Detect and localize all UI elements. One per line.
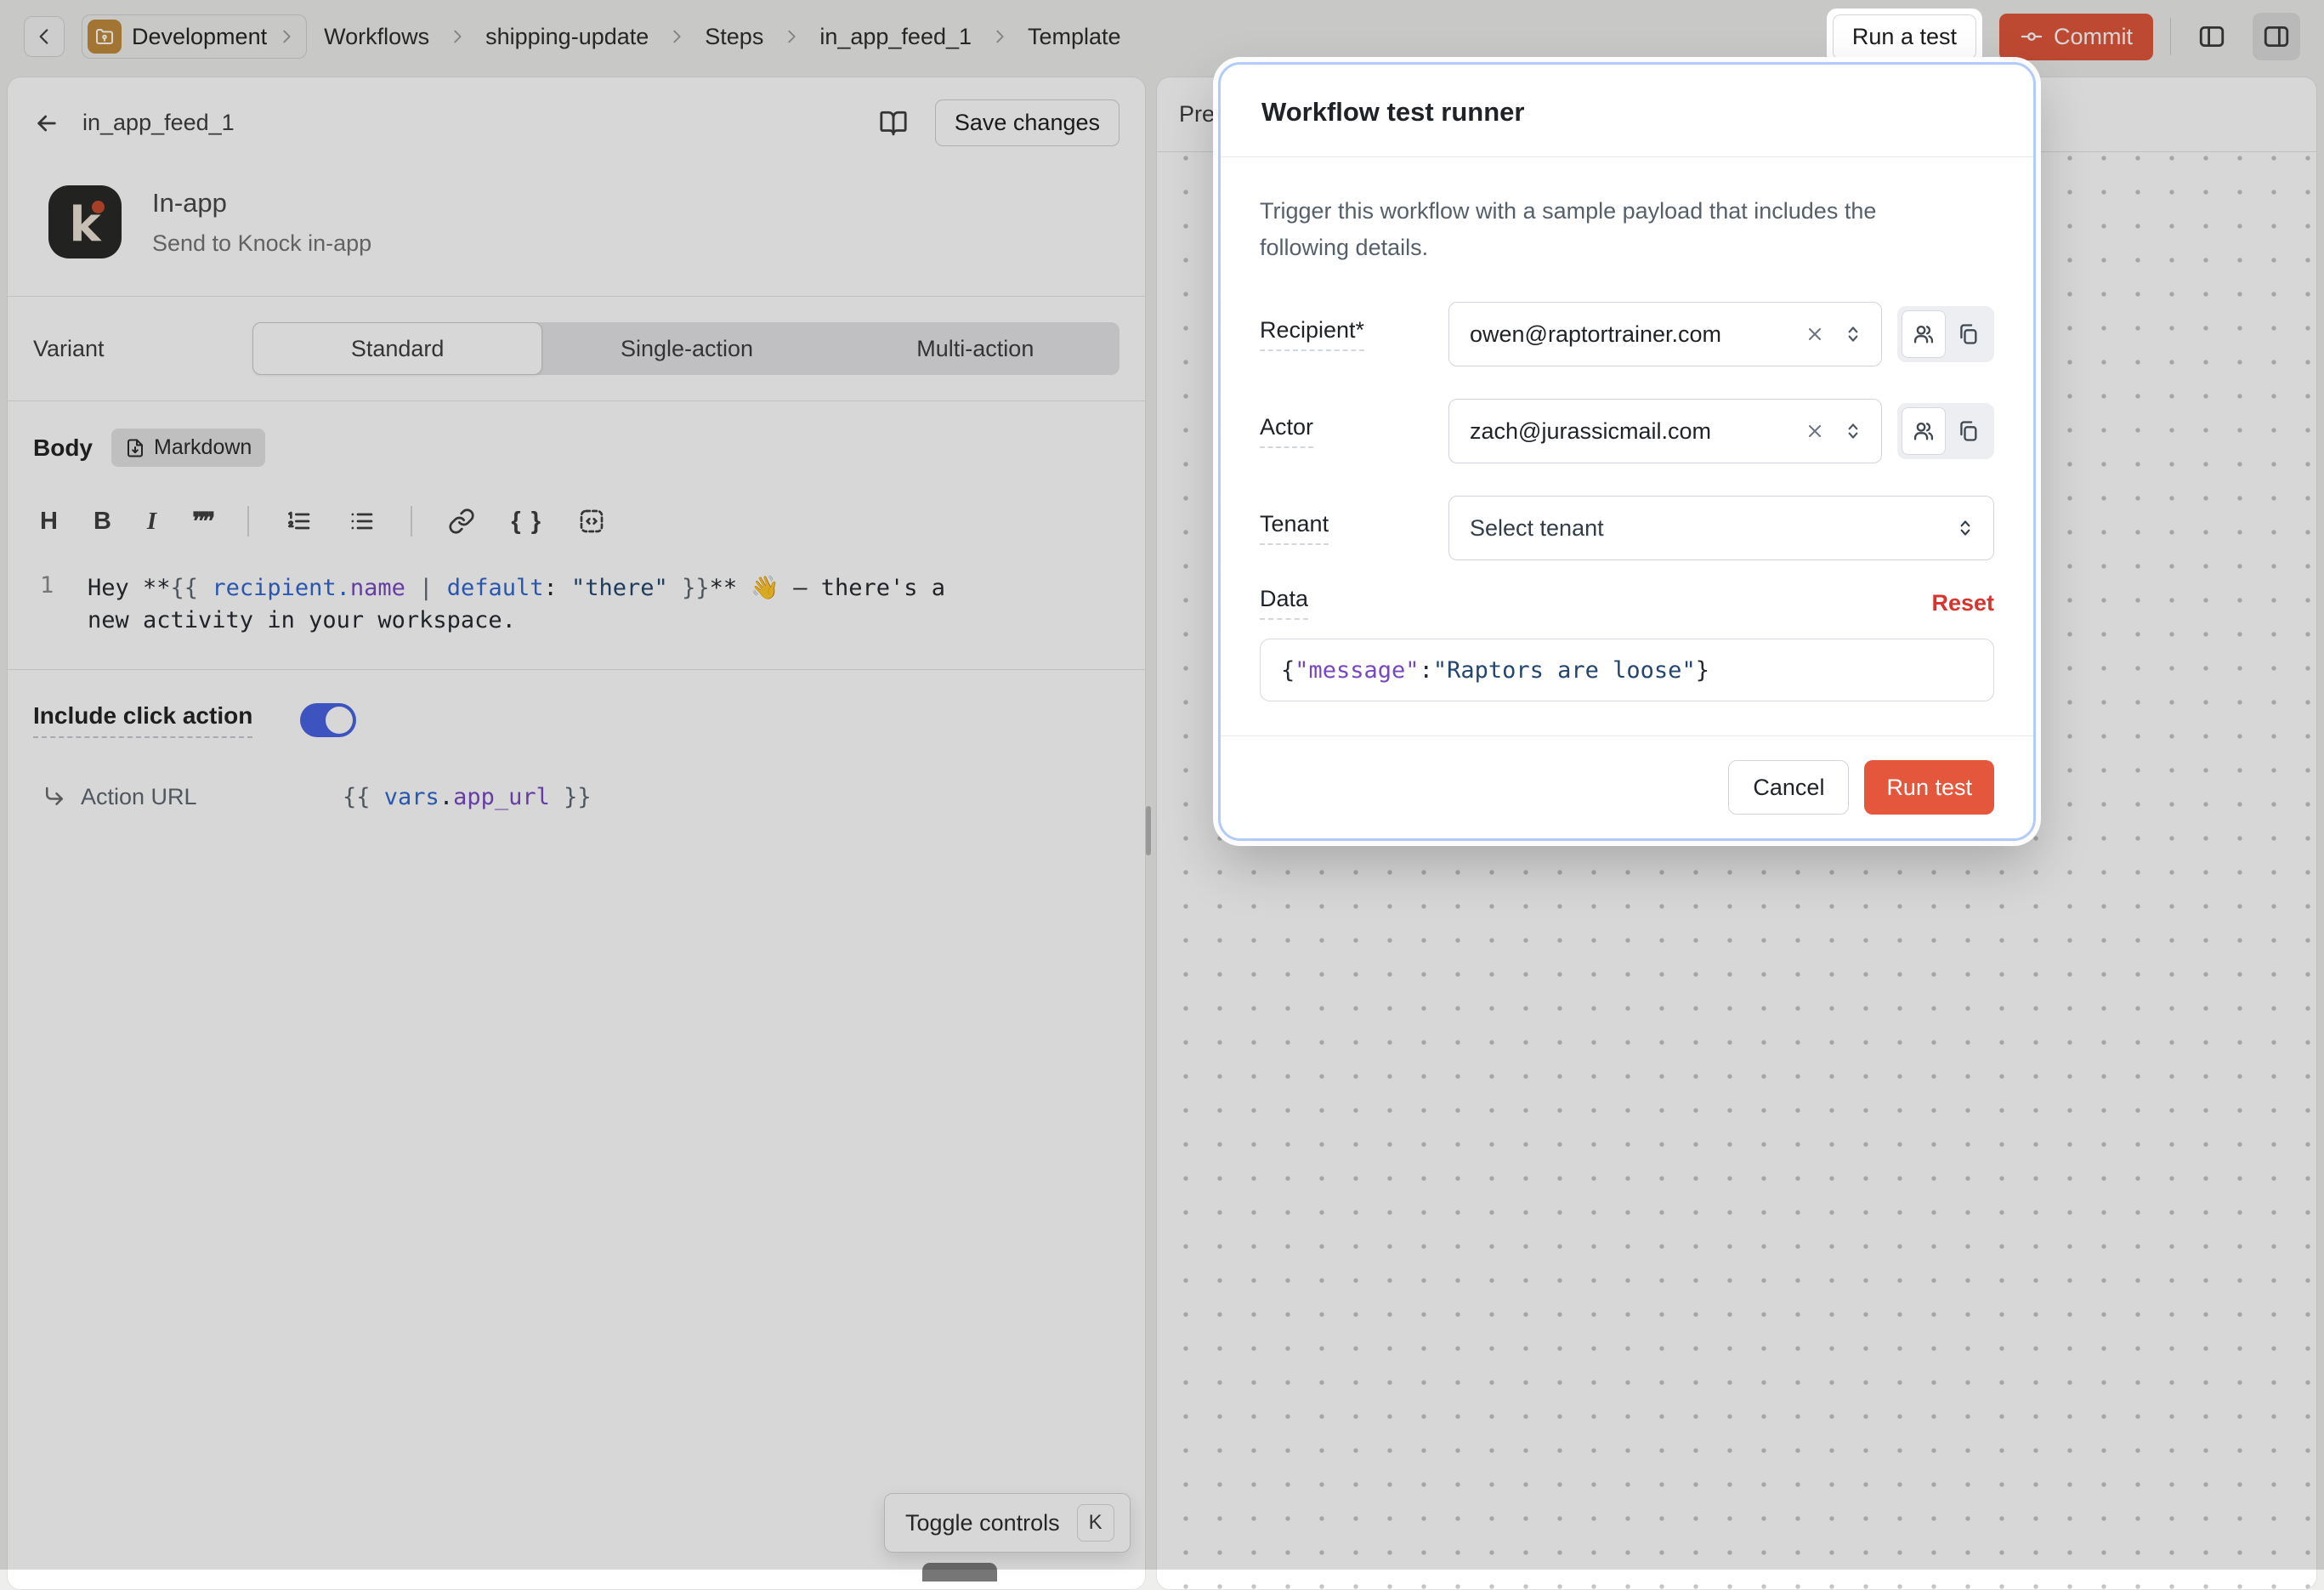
recipient-copy-mode-button[interactable]: [1946, 310, 1990, 358]
users-icon: [1912, 322, 1936, 346]
data-label: Data: [1260, 586, 1448, 620]
modal-footer: Cancel Run test: [1221, 735, 2033, 838]
recipient-label: Recipient*: [1260, 317, 1448, 351]
actor-user-mode-button[interactable]: [1902, 407, 1946, 455]
chevrons-up-down-icon[interactable]: [1842, 420, 1864, 442]
users-icon: [1912, 419, 1936, 443]
clear-recipient-icon[interactable]: [1805, 324, 1825, 344]
actor-combobox[interactable]: [1448, 399, 1882, 463]
tenant-select[interactable]: Select tenant: [1448, 496, 1994, 560]
modal-title: Workflow test runner: [1261, 97, 1992, 128]
data-json-input[interactable]: {"message": "Raptors are loose"}: [1260, 639, 1994, 701]
cancel-button[interactable]: Cancel: [1728, 760, 1849, 815]
tenant-field-row: Tenant Select tenant: [1260, 496, 1994, 560]
actor-mode-group: [1897, 403, 1994, 459]
modal-body: Trigger this workflow with a sample payl…: [1221, 157, 2033, 735]
run-a-test-button[interactable]: Run a test: [1833, 14, 1976, 60]
recipient-combobox[interactable]: [1448, 302, 1882, 366]
copy-icon: [1956, 322, 1980, 346]
tenant-label: Tenant: [1260, 511, 1448, 545]
actor-copy-mode-button[interactable]: [1946, 407, 1990, 455]
run-a-test-spotlight: Run a test: [1827, 9, 1982, 65]
chevrons-up-down-icon: [1954, 517, 1976, 539]
chevrons-up-down-icon[interactable]: [1842, 323, 1864, 345]
tenant-placeholder: Select tenant: [1470, 515, 1604, 542]
actor-field-row: Actor: [1260, 399, 1994, 463]
modal-header: Workflow test runner: [1221, 65, 2033, 157]
actor-label: Actor: [1260, 414, 1448, 448]
workflow-test-runner-modal: Workflow test runner Trigger this workfl…: [1218, 62, 2036, 841]
copy-icon: [1956, 419, 1980, 443]
data-field-head: Data Reset: [1260, 586, 1994, 620]
recipient-user-mode-button[interactable]: [1902, 310, 1946, 358]
recipient-input[interactable]: [1470, 321, 1788, 348]
recipient-field-row: Recipient*: [1260, 302, 1994, 366]
run-test-button[interactable]: Run test: [1864, 760, 1994, 815]
reset-data-button[interactable]: Reset: [1931, 590, 1994, 616]
recipient-mode-group: [1897, 306, 1994, 362]
modal-description: Trigger this workflow with a sample payl…: [1260, 193, 1940, 266]
actor-input[interactable]: [1470, 418, 1788, 445]
clear-actor-icon[interactable]: [1805, 421, 1825, 441]
